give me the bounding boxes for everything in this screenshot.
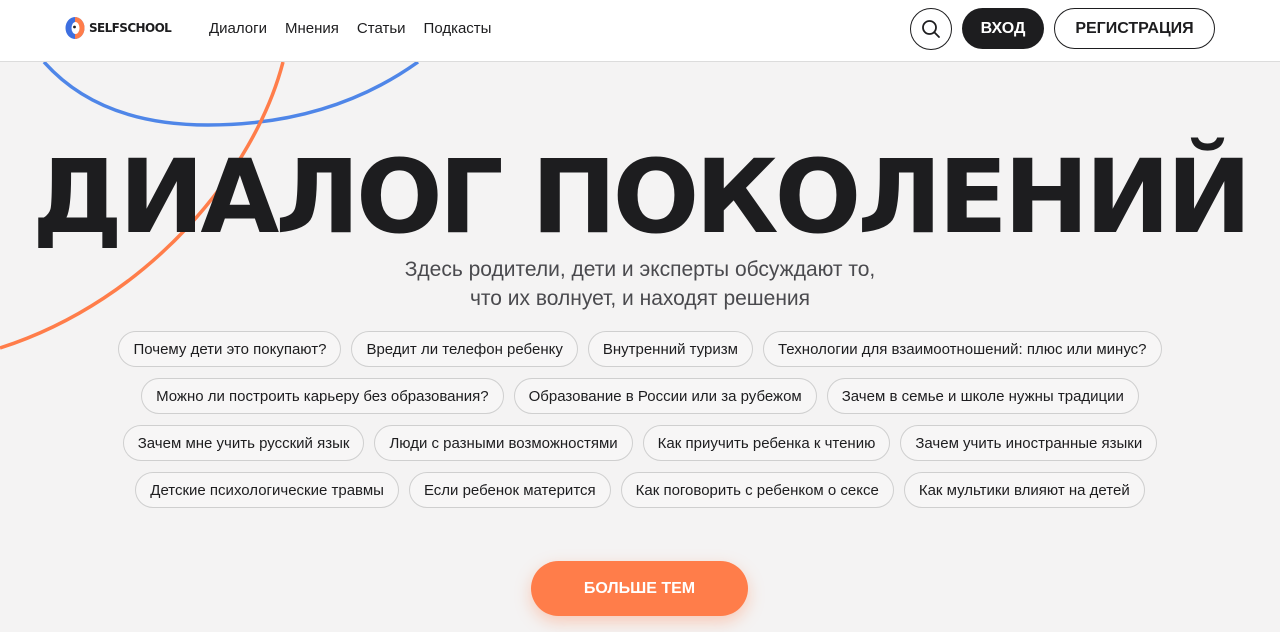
more-topics-button[interactable]: БОЛЬШЕ ТЕМ bbox=[531, 561, 748, 616]
tag-row-1: Почему дети это покупают? Вредит ли теле… bbox=[0, 331, 1280, 367]
login-button[interactable]: ВХОД bbox=[962, 8, 1044, 49]
topic-tags: Почему дети это покупают? Вредит ли теле… bbox=[0, 331, 1280, 519]
tag-row-2: Можно ли построить карьеру без образован… bbox=[0, 378, 1280, 414]
main-nav: Диалоги Мнения Статьи Подкасты bbox=[209, 20, 491, 38]
tag-row-4: Детские психологические травмы Если ребе… bbox=[0, 472, 1280, 508]
page-title: ДИАЛОГ ПОКОЛЕНИЙ bbox=[32, 138, 1252, 257]
topic-tag[interactable]: Почему дети это покупают? bbox=[118, 331, 342, 367]
topic-tag[interactable]: Зачем в семье и школе нужны традиции bbox=[826, 378, 1139, 414]
subtitle-line-2: что их волнует, и находят решения bbox=[469, 287, 811, 310]
tag-row-3: Зачем мне учить русский язык Люди с разн… bbox=[0, 425, 1280, 461]
topic-tag[interactable]: Зачем мне учить русский язык bbox=[122, 425, 365, 461]
topic-tag[interactable]: Зачем учить иностранные языки bbox=[900, 425, 1158, 461]
topic-tag[interactable]: Можно ли построить карьеру без образован… bbox=[141, 378, 504, 414]
topic-tag[interactable]: Внутренний туризм bbox=[587, 331, 753, 367]
topic-tag[interactable]: Образование в России или за рубежом bbox=[513, 378, 817, 414]
subtitle-line-1: Здесь родители, дети и эксперты обсуждаю… bbox=[404, 258, 876, 281]
topic-tag[interactable]: Как мультики влияют на детей bbox=[903, 472, 1145, 508]
search-icon bbox=[922, 20, 940, 38]
topic-tag[interactable]: Технологии для взаимоотношений: плюс или… bbox=[762, 331, 1162, 367]
logo[interactable]: SELFSCHOOL bbox=[64, 15, 172, 41]
topic-tag[interactable]: Как поговорить с ребенком о сексе bbox=[620, 472, 894, 508]
site-header: SELFSCHOOL Диалоги Мнения Статьи Подкаст… bbox=[0, 0, 1280, 62]
nav-item-podcasts[interactable]: Подкасты bbox=[424, 20, 492, 38]
nav-item-dialogs[interactable]: Диалоги bbox=[209, 20, 267, 38]
topic-tag[interactable]: Люди с разными возможностями bbox=[374, 425, 633, 461]
logo-icon bbox=[65, 17, 85, 39]
nav-item-articles[interactable]: Статьи bbox=[357, 20, 406, 38]
blue-arc bbox=[42, 62, 420, 127]
hero-subtitle: Здесь родители, дети и эксперты обсуждаю… bbox=[0, 255, 1280, 313]
search-button[interactable] bbox=[910, 8, 952, 50]
topic-tag[interactable]: Как приучить ребенка к чтению bbox=[642, 425, 891, 461]
register-button[interactable]: РЕГИСТРАЦИЯ bbox=[1054, 8, 1215, 49]
nav-item-opinions[interactable]: Мнения bbox=[285, 20, 339, 38]
topic-tag[interactable]: Если ребенок матерится bbox=[408, 472, 611, 508]
topic-tag[interactable]: Детские психологические травмы bbox=[135, 472, 399, 508]
topic-tag[interactable]: Вредит ли телефон ребенку bbox=[351, 331, 578, 367]
logo-text: SELFSCHOOL bbox=[89, 21, 172, 35]
